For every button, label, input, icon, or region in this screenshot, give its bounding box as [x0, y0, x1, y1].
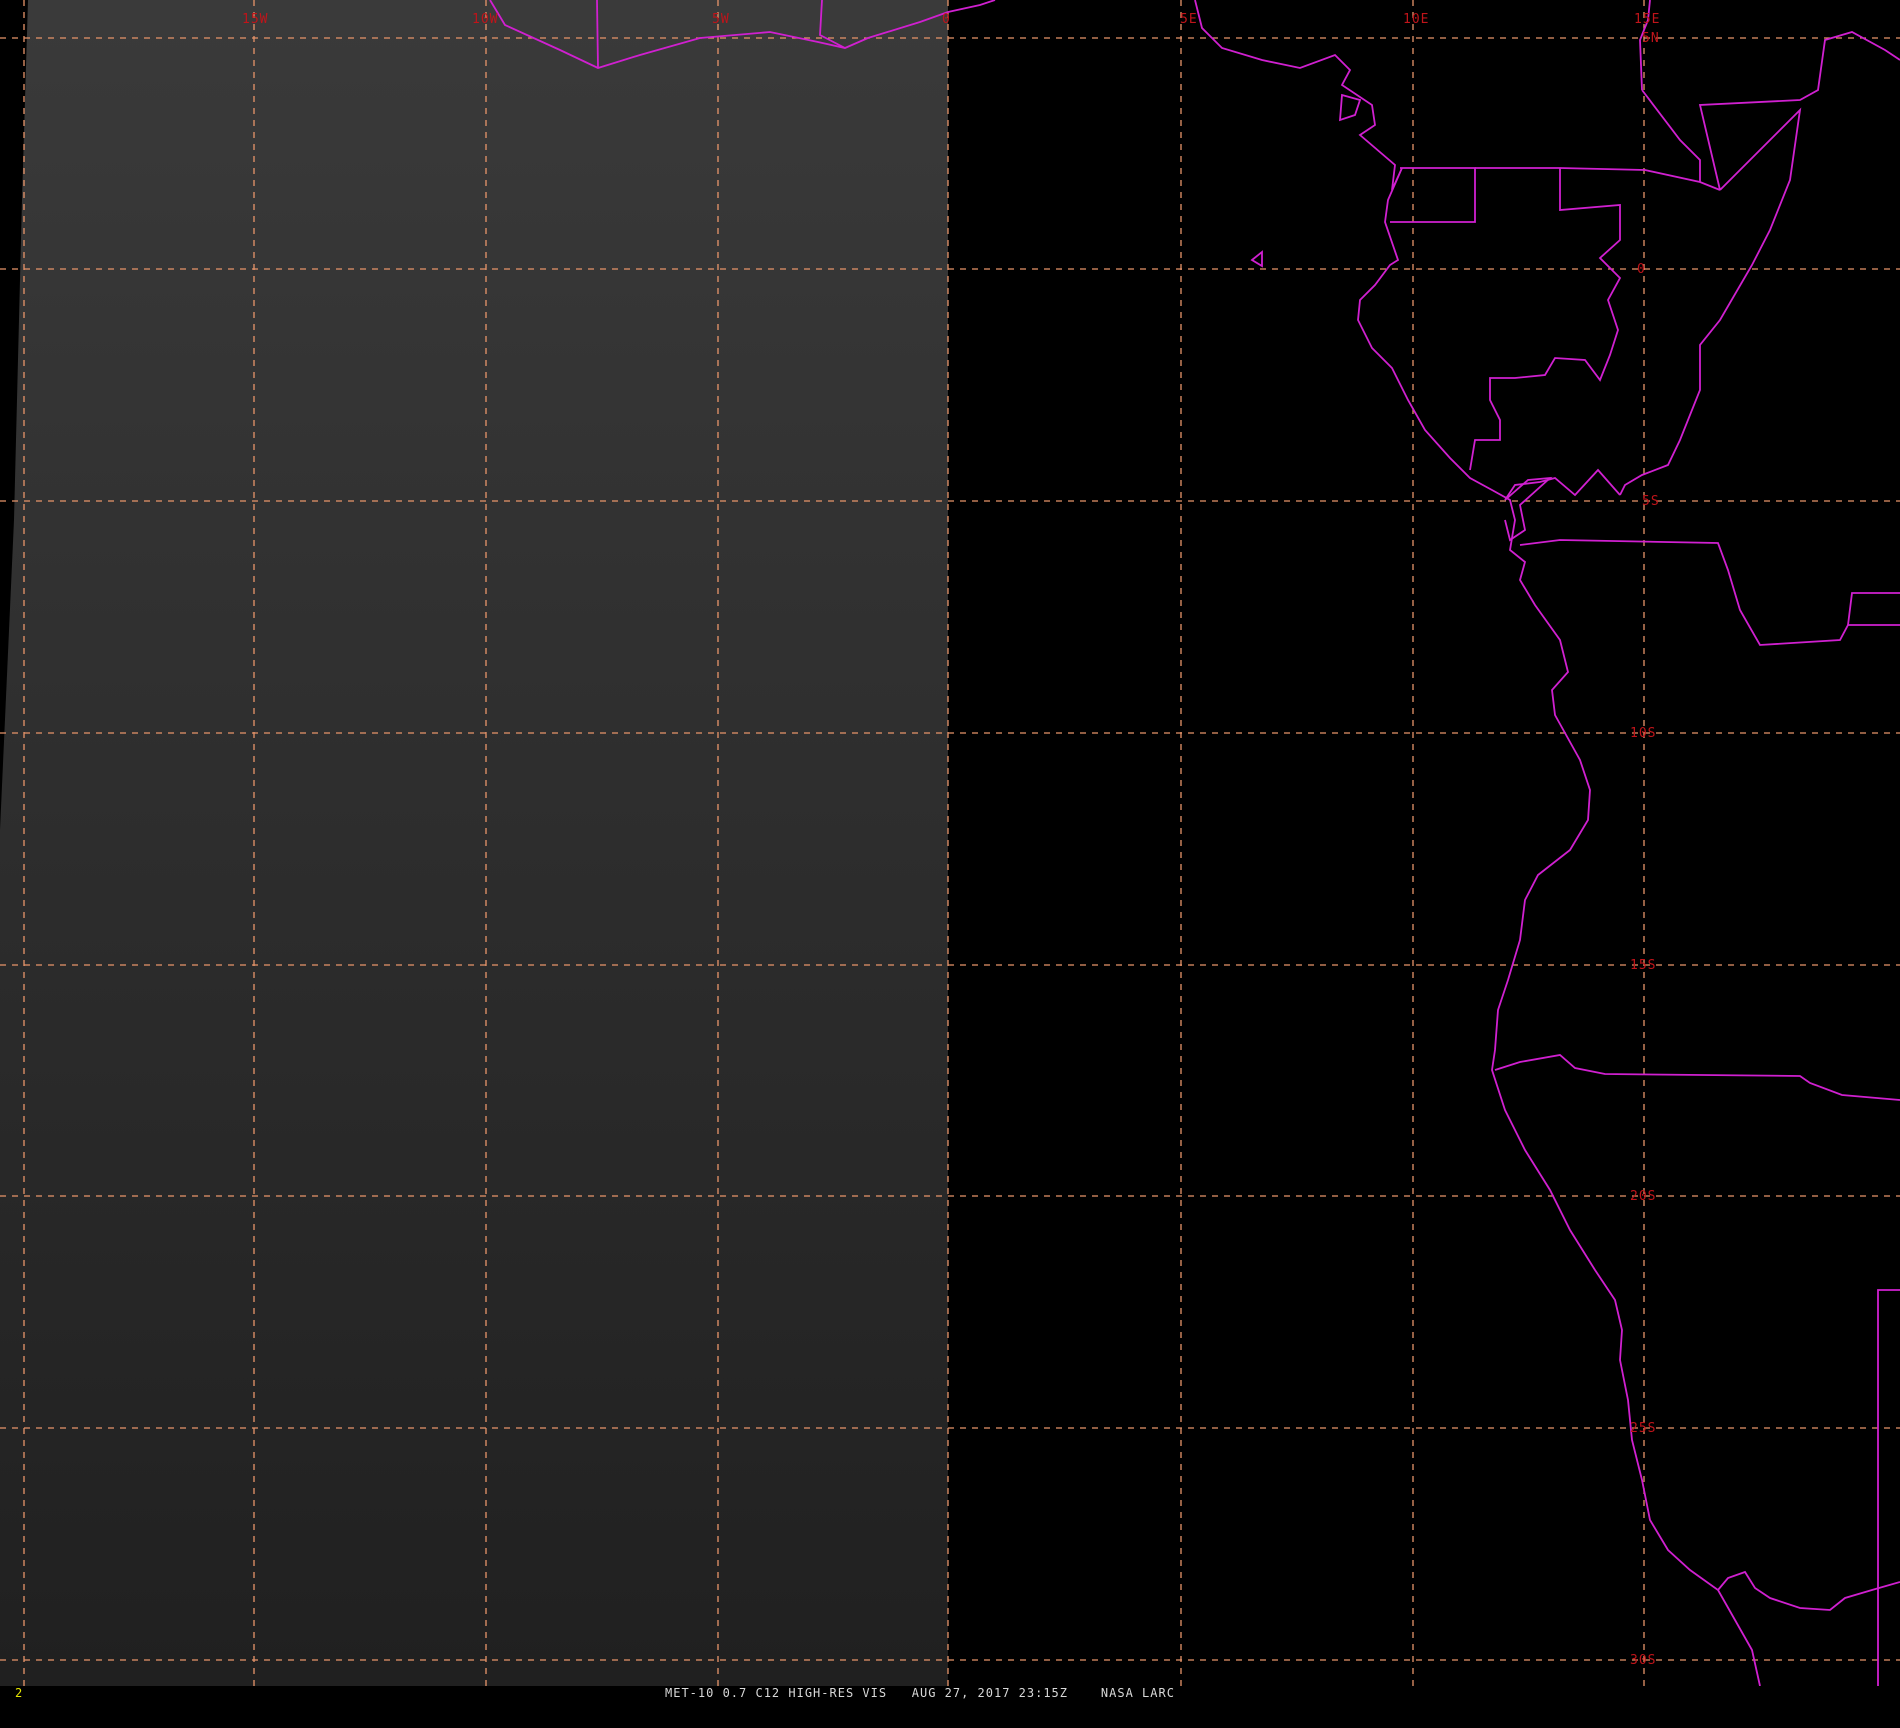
product-title: MET-10 0.7 C12 HIGH-RES VIS AUG 27, 2017…	[665, 1686, 1175, 1700]
lat-label-5s: 5S	[1642, 494, 1660, 509]
frame-number: 2	[15, 1686, 23, 1700]
lon-label-0: 0	[942, 12, 951, 27]
lon-label-15e: 15E	[1634, 12, 1660, 27]
boundary-orange-river	[1717, 1570, 1900, 1611]
boundary-interior-1	[1475, 167, 1721, 191]
lat-label-10s: 10S	[1630, 726, 1656, 741]
status-bar: 2 MET-10 0.7 C12 HIGH-RES VIS AUG 27, 20…	[0, 1686, 1900, 1700]
boundary-angola-north	[1519, 539, 1900, 646]
boundary-north-1	[596, 0, 599, 69]
lon-label-5e: 5E	[1180, 12, 1198, 27]
satellite-map: 15W 10W 5W 0 5E 10E 15E 5N 0 5S 10S 15S …	[0, 0, 1900, 1700]
boundary-interior-2	[1469, 168, 1622, 471]
latitude-labels: 5N 0 5S 10S 15S 20S 25S 30S	[1630, 31, 1660, 1668]
lat-label-15s: 15S	[1630, 958, 1656, 973]
boundary-interior-5	[1641, 89, 1701, 182]
boundary-cameroon-gabon	[1390, 167, 1476, 223]
lat-label-0: 0	[1637, 262, 1646, 277]
boundary-namibia-east	[1877, 1289, 1900, 1686]
lon-label-10e: 10E	[1403, 12, 1429, 27]
coastline-gulf-guinea-east	[1194, 0, 1761, 1687]
lat-label-25s: 25S	[1630, 1421, 1656, 1436]
lat-label-5n: 5N	[1642, 31, 1660, 46]
boundary-angola-namibia	[1494, 1054, 1900, 1101]
island-1	[1338, 93, 1362, 122]
lat-label-30s: 30S	[1630, 1653, 1656, 1668]
imagery-strip	[0, 0, 948, 1686]
lon-label-5w: 5W	[712, 12, 730, 27]
island-2	[1250, 250, 1263, 268]
map-canvas: 15W 10W 5W 0 5E 10E 15E 5N 0 5S 10S 15S …	[0, 0, 1900, 1687]
lon-label-15w: 15W	[242, 12, 268, 27]
boundary-congo-east	[1619, 107, 1802, 496]
lon-label-10w: 10W	[472, 12, 498, 27]
lat-label-20s: 20S	[1630, 1189, 1656, 1204]
boundary-angola-east	[1847, 592, 1900, 626]
